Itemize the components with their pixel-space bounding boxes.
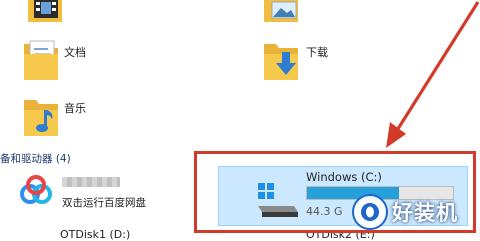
- watermark-logo-icon: [361, 203, 379, 221]
- folder-documents-icon: [24, 40, 58, 80]
- folder-pictures-icon: [264, 0, 298, 22]
- folder-video[interactable]: [28, 0, 68, 26]
- folder-pictures[interactable]: [264, 0, 304, 26]
- otdisk1-label[interactable]: OTDisk1 (D:): [60, 228, 130, 241]
- baidu-netdisk-label: 双击运行百度网盘: [62, 197, 146, 209]
- folder-music-icon: [24, 100, 58, 136]
- annotation-arrow: [386, 1, 480, 148]
- folder-downloads-icon: [264, 44, 298, 80]
- folder-music[interactable]: 音乐: [22, 94, 132, 140]
- folder-music-label: 音乐: [64, 102, 86, 115]
- folder-documents-label: 文档: [64, 46, 86, 59]
- watermark-logo: [352, 194, 388, 230]
- folder-documents[interactable]: 文档: [22, 38, 132, 84]
- folder-downloads-label: 下载: [306, 46, 328, 59]
- folder-downloads[interactable]: 下载: [262, 38, 372, 84]
- blurred-username: [62, 177, 120, 187]
- baidu-netdisk-item[interactable]: 双击运行百度网盘: [18, 170, 188, 214]
- baidu-netdisk-icon: [20, 175, 52, 204]
- watermark-text: 好装机: [392, 201, 458, 225]
- folder-video-icon: [28, 0, 62, 22]
- devices-section-header[interactable]: 备和驱动器 (4): [0, 151, 71, 166]
